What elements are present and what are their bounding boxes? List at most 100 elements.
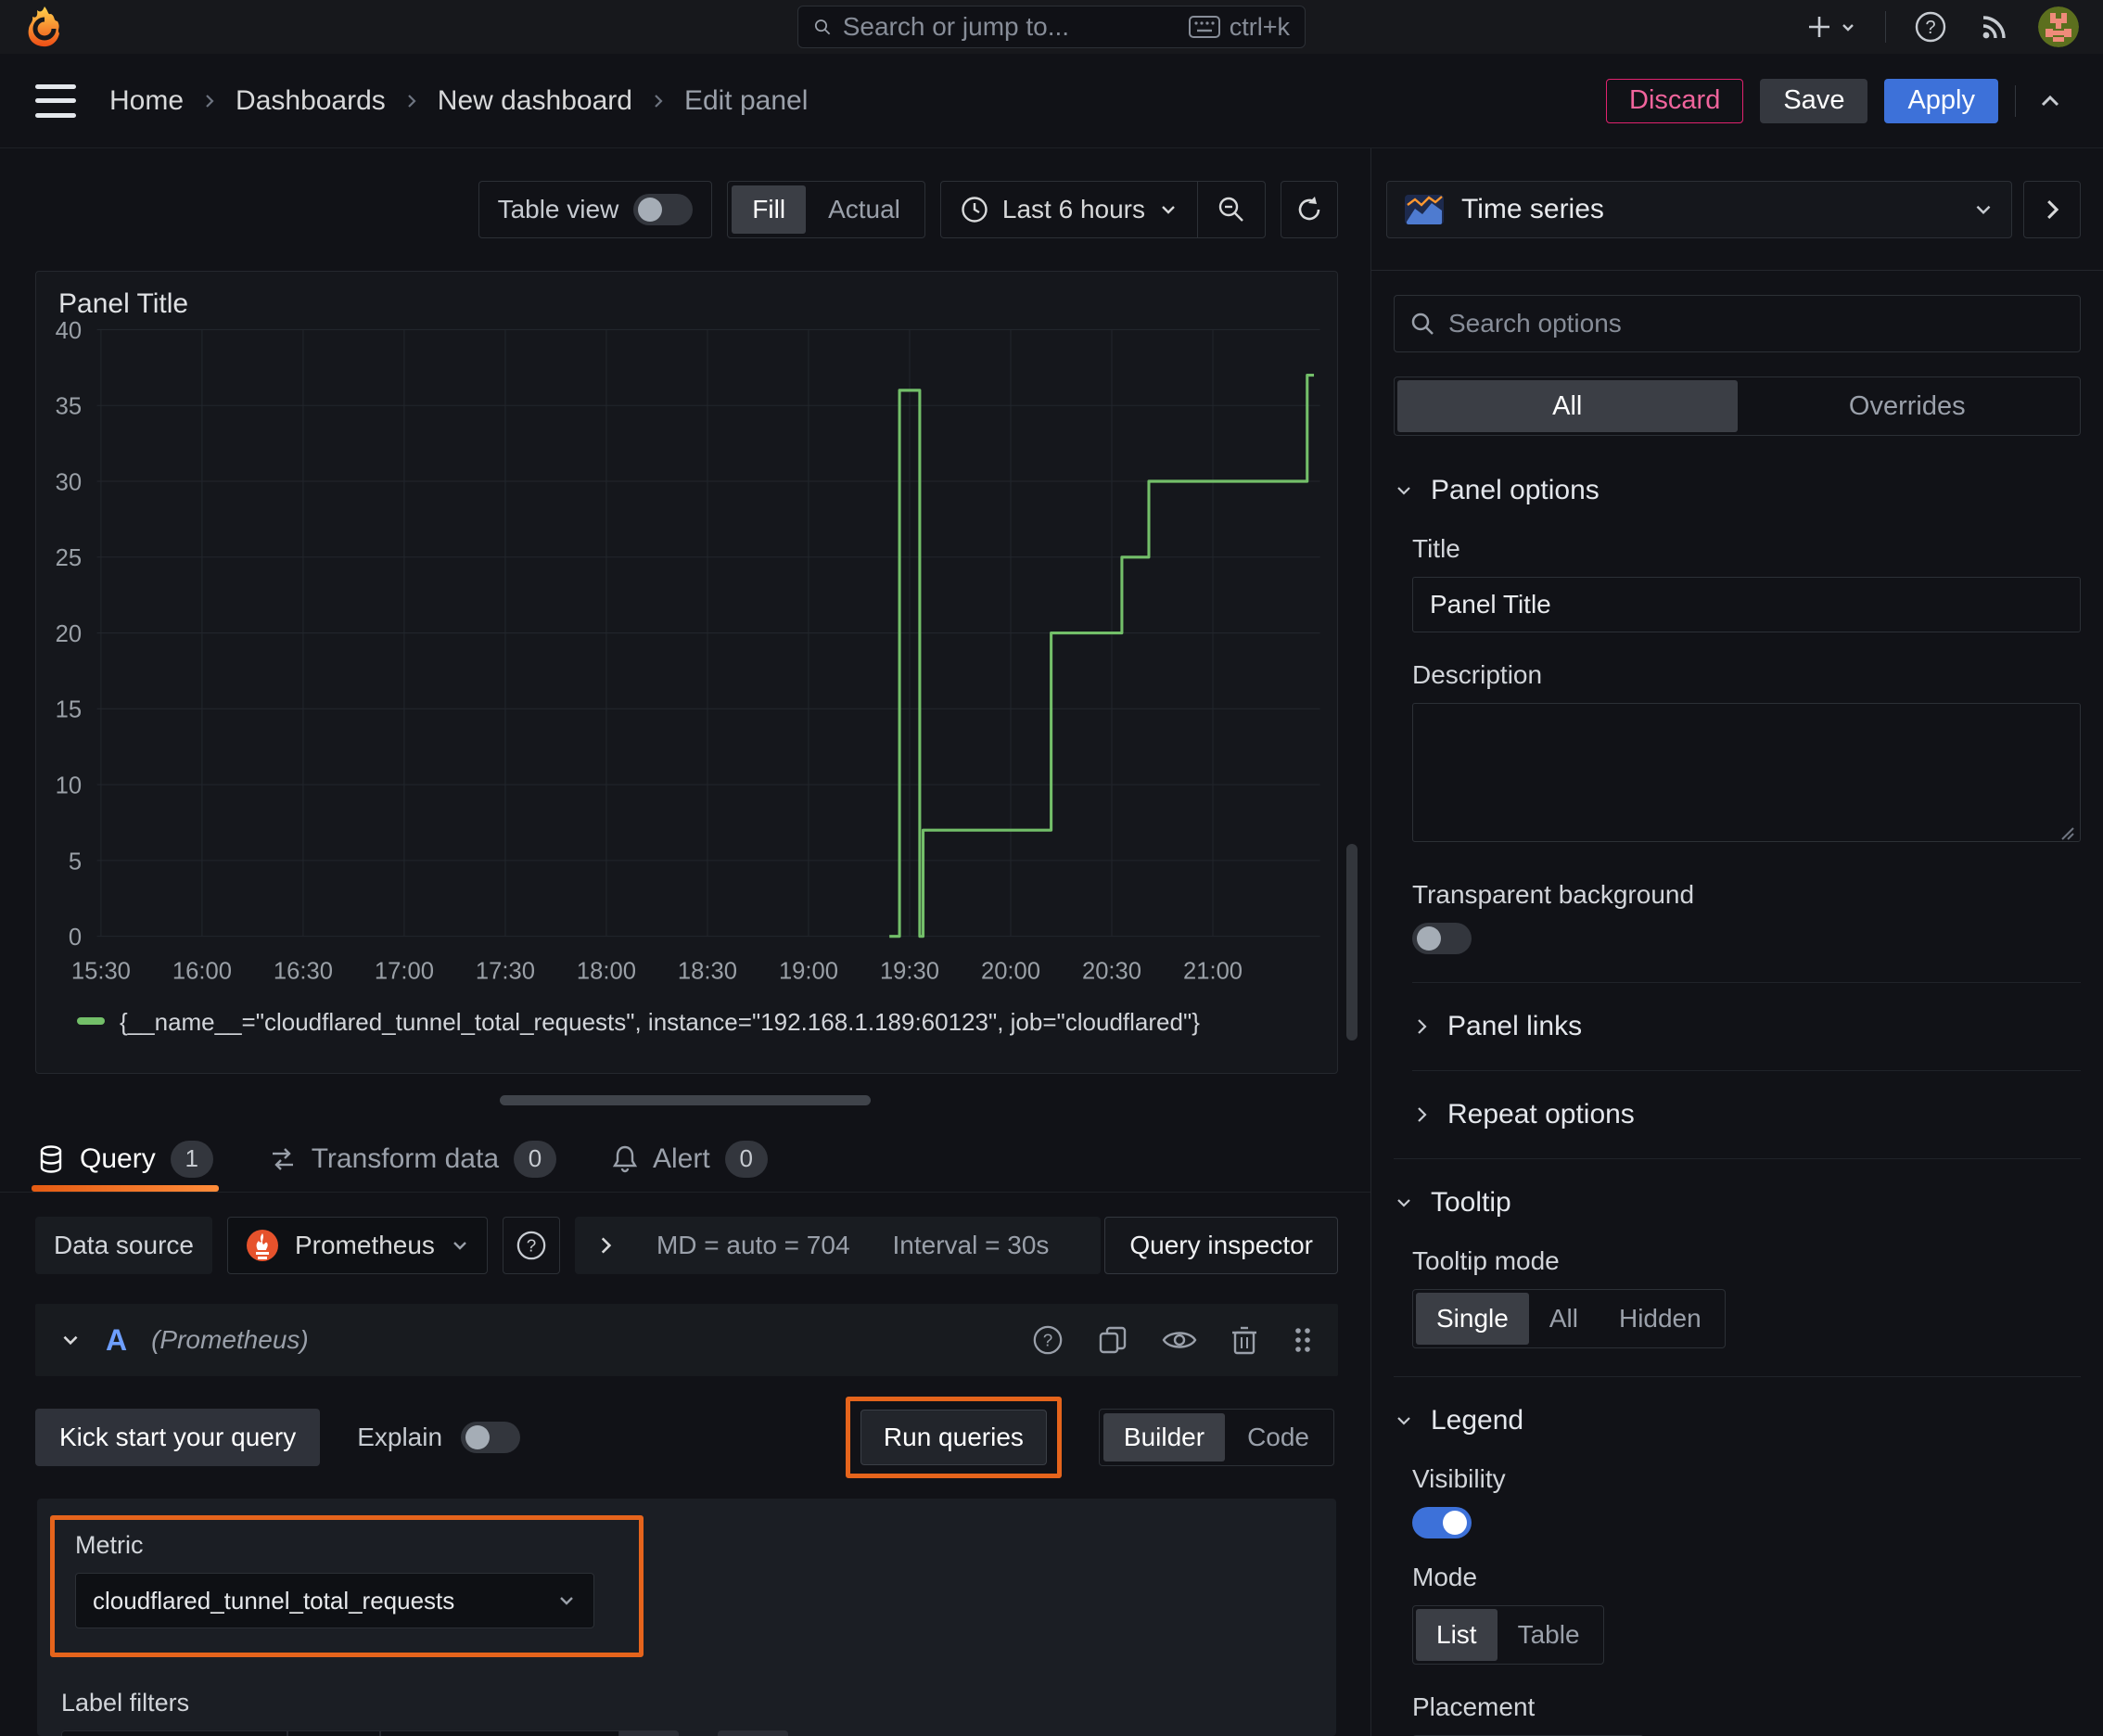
- save-button[interactable]: Save: [1760, 78, 1868, 123]
- query-ref-id[interactable]: A: [106, 1323, 127, 1358]
- select-value-dropdown[interactable]: Select value: [380, 1730, 619, 1736]
- breadcrumb-new-dashboard[interactable]: New dashboard: [438, 85, 632, 117]
- repeat-options-section[interactable]: Repeat options: [1394, 1099, 2081, 1130]
- tab-overrides[interactable]: Overrides: [1738, 380, 2078, 432]
- collapse-options-button[interactable]: [2023, 180, 2081, 238]
- legend-table-option[interactable]: Table: [1498, 1609, 1600, 1661]
- time-series-chart[interactable]: 0 5 10 15 20 25 30 35 40 15:30 16:00 16:30 17:00 17:3…: [36, 320, 1337, 1008]
- max-data-points: MD = auto = 704: [656, 1231, 850, 1259]
- grafana-logo-icon[interactable]: [24, 5, 65, 49]
- add-filter-button[interactable]: +: [718, 1730, 788, 1736]
- chart-legend: {__name__="cloudflared_tunnel_total_requ…: [36, 1008, 1337, 1073]
- datasource-help-button[interactable]: ?: [502, 1217, 560, 1274]
- chevron-down-icon: [560, 1597, 573, 1605]
- tooltip-body: Tooltip mode Single All Hidden: [1394, 1219, 2081, 1348]
- editor-tabs: Query 1 Transform data 0 Alert 0: [0, 1126, 1370, 1193]
- chart-panel: Panel Title 0 5 10 15 20 25 30 35 40 15:30 16:00 16…: [35, 271, 1338, 1074]
- help-button[interactable]: ?: [1910, 6, 1951, 47]
- chevron-right-icon: [1418, 1107, 1427, 1122]
- trash-icon[interactable]: [1230, 1324, 1258, 1356]
- metric-select[interactable]: cloudflared_tunnel_total_requests: [75, 1573, 594, 1628]
- transparent-bg-toggle[interactable]: [1412, 923, 1472, 954]
- query-inspector-button[interactable]: Query inspector: [1104, 1217, 1338, 1274]
- chevron-down-icon[interactable]: [59, 1329, 82, 1351]
- panel-options-header[interactable]: Panel options: [1394, 475, 2081, 506]
- table-view-label: Table view: [497, 195, 619, 223]
- builder-option[interactable]: Builder: [1102, 1413, 1226, 1462]
- kick-start-button[interactable]: Kick start your query: [35, 1409, 321, 1466]
- zoom-out-button[interactable]: [1197, 182, 1265, 237]
- apply-button[interactable]: Apply: [1884, 78, 1998, 123]
- breadcrumb-home[interactable]: Home: [109, 85, 184, 117]
- user-avatar[interactable]: [2038, 6, 2079, 47]
- series-label[interactable]: {__name__="cloudflared_tunnel_total_requ…: [120, 1008, 1200, 1037]
- tab-query[interactable]: Query 1: [32, 1126, 219, 1192]
- vertical-scrollbar[interactable]: [1346, 844, 1357, 1040]
- news-button[interactable]: [1975, 7, 2014, 46]
- time-range-picker[interactable]: Last 6 hours: [941, 182, 1197, 237]
- visualization-name: Time series: [1461, 193, 1604, 224]
- remove-filter-button[interactable]: ✕: [619, 1730, 679, 1736]
- panel-resize-handle[interactable]: [500, 1094, 871, 1105]
- question-circle-icon[interactable]: ?: [1032, 1324, 1064, 1356]
- actual-option[interactable]: Actual: [808, 185, 921, 234]
- discard-button[interactable]: Discard: [1606, 78, 1744, 123]
- datasource-picker[interactable]: Prometheus: [226, 1217, 488, 1274]
- tab-alert[interactable]: Alert 0: [612, 1126, 768, 1192]
- svg-text:30: 30: [56, 469, 82, 495]
- legend-visibility-toggle[interactable]: [1412, 1507, 1472, 1538]
- fill-option[interactable]: Fill: [732, 185, 807, 234]
- legend-header[interactable]: Legend: [1394, 1405, 2081, 1436]
- operator-dropdown[interactable]: =: [287, 1730, 380, 1736]
- code-option[interactable]: Code: [1227, 1413, 1330, 1462]
- time-controls: Last 6 hours: [939, 181, 1266, 238]
- query-options-bar[interactable]: MD = auto = 704 Interval = 30s: [574, 1217, 1102, 1274]
- search-icon: [814, 19, 831, 35]
- menu-toggle-button[interactable]: [35, 83, 76, 118]
- series-swatch[interactable]: [77, 1017, 105, 1025]
- chevron-right-icon: [2047, 199, 2059, 219]
- topbar-divider: [1885, 11, 1886, 43]
- panel-title-input[interactable]: [1412, 577, 2081, 632]
- panel-title: Panel Title: [58, 288, 189, 319]
- resize-grip-icon[interactable]: [2058, 824, 2075, 841]
- tab-all[interactable]: All: [1397, 380, 1738, 432]
- explain-toggle[interactable]: [461, 1422, 521, 1453]
- add-menu-button[interactable]: [1802, 9, 1861, 45]
- refresh-button[interactable]: [1281, 181, 1338, 238]
- options-search[interactable]: [1394, 295, 2081, 352]
- transform-icon: [272, 1147, 293, 1170]
- visualization-picker[interactable]: Time series: [1386, 180, 2012, 238]
- rss-icon: [1982, 16, 2006, 39]
- tab-query-count: 1: [170, 1140, 213, 1178]
- eye-icon[interactable]: [1162, 1326, 1197, 1354]
- refresh-icon: [1298, 197, 1320, 221]
- select-label-dropdown[interactable]: Select label: [61, 1730, 287, 1736]
- tooltip-all-option[interactable]: All: [1529, 1293, 1599, 1345]
- query-datasource-hint: (Prometheus): [151, 1325, 309, 1354]
- drag-handle-icon[interactable]: [1292, 1324, 1314, 1356]
- duplicate-icon[interactable]: [1097, 1324, 1128, 1356]
- question-circle-icon: ?: [516, 1231, 546, 1260]
- options-search-input[interactable]: [1448, 309, 2065, 338]
- global-search[interactable]: ctrl+k: [797, 6, 1306, 48]
- search-input[interactable]: [842, 12, 1178, 42]
- panel-links-label: Panel links: [1447, 1011, 1583, 1041]
- panel-options-title: Panel options: [1431, 475, 1600, 505]
- tooltip-hidden-option[interactable]: Hidden: [1599, 1293, 1722, 1345]
- breadcrumb-dashboards[interactable]: Dashboards: [236, 85, 386, 117]
- tab-transform[interactable]: Transform data 0: [269, 1126, 556, 1192]
- tooltip-single-option[interactable]: Single: [1416, 1293, 1529, 1345]
- collapse-header-button[interactable]: [2033, 83, 2068, 119]
- tab-alert-count: 0: [724, 1140, 768, 1178]
- run-queries-button[interactable]: Run queries: [860, 1410, 1047, 1465]
- legend-list-option[interactable]: List: [1416, 1609, 1498, 1661]
- breadcrumb: Home Dashboards New dashboard Edit panel: [109, 85, 808, 117]
- options-pane: All Overrides Panel options Title Descri…: [1371, 271, 2103, 1736]
- table-view-toggle[interactable]: [633, 194, 694, 225]
- description-textarea[interactable]: [1412, 703, 2081, 842]
- tooltip-header[interactable]: Tooltip: [1394, 1187, 2081, 1219]
- panel-links-section[interactable]: Panel links: [1394, 1011, 2081, 1042]
- run-queries-highlight: Run queries: [845, 1397, 1062, 1478]
- chevron-down-icon: [1842, 24, 1854, 32]
